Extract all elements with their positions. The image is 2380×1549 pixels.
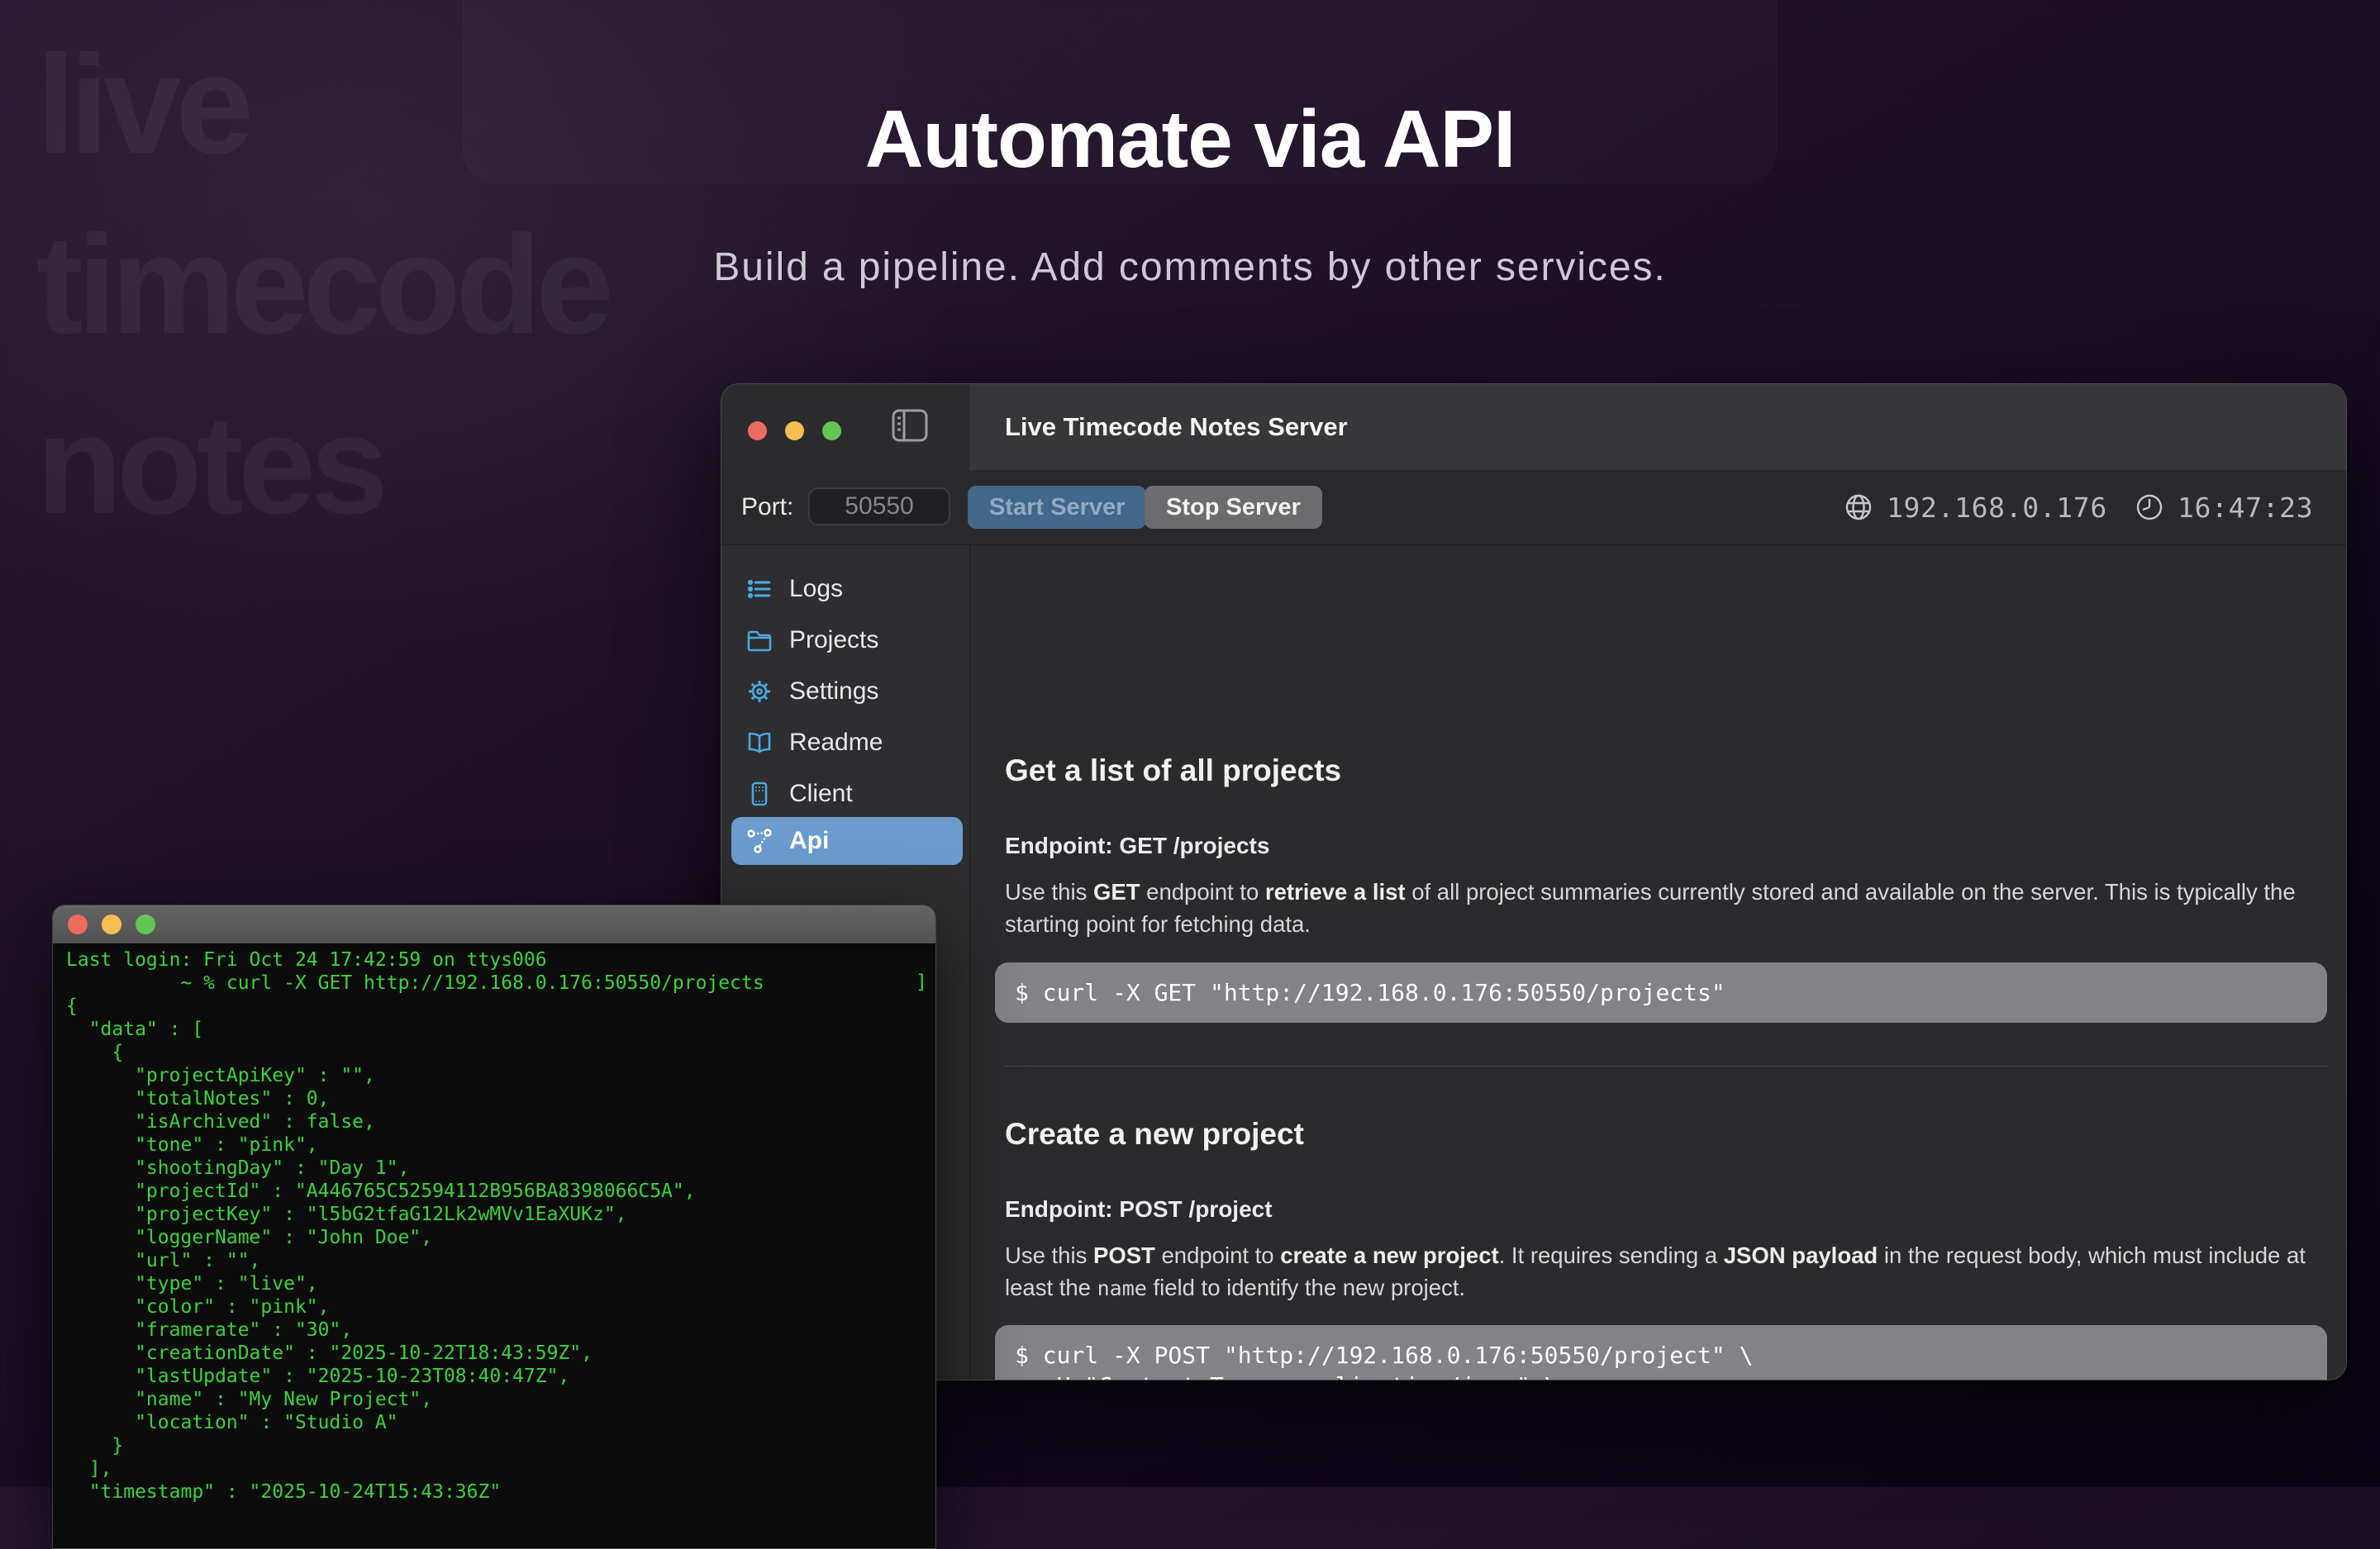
code-block-post: $ curl -X POST "http://192.168.0.176:505… [995,1325,2327,1380]
port-label: Port: [741,470,793,544]
page-subtitle: Build a pipeline. Add comments by other … [0,245,2380,290]
section-endpoint: Endpoint: POST /project [1005,1196,1273,1223]
list-icon [746,576,773,602]
server-ip-value: 192.168.0.176 [1887,492,2107,524]
window-title: Live Timecode Notes Server [1005,384,1348,470]
start-server-button[interactable]: Start Server [968,486,1146,529]
close-window-button[interactable] [68,915,88,934]
server-ip-status: 192.168.0.176 [1844,470,2107,544]
book-icon [746,729,773,756]
terminal-window-controls [68,915,155,934]
server-time-value: 16:47:23 [2178,492,2313,524]
server-toolbar: Port: Start Server Stop Server 192.168.0… [721,470,2346,545]
window-controls [748,421,841,440]
close-window-button[interactable] [748,421,767,440]
terminal-titlebar [53,905,935,943]
server-clock-status: 16:47:23 [2135,470,2313,544]
section-endpoint: Endpoint: GET /projects [1005,833,1269,859]
api-doc-content: Get a list of all projects Endpoint: GET… [970,545,2346,1380]
gear-icon [746,678,773,705]
sidebar-item-client[interactable]: Client [731,770,963,818]
server-app-window: Live Timecode Notes Server Port: Start S… [721,383,2347,1380]
terminal-overflow-indicator: ] [916,972,927,993]
sidebar-item-label: Settings [789,677,878,706]
page-title: Automate via API [0,93,2380,186]
folder-icon [746,627,773,653]
section-description: Use this POST endpoint to create a new p… [1005,1239,2335,1304]
minimize-window-button[interactable] [785,421,804,440]
sidebar-item-settings[interactable]: Settings [731,668,963,715]
terminal-window: Last login: Fri Oct 24 17:42:59 on ttys0… [52,905,936,1549]
zoom-window-button[interactable] [136,915,155,934]
terminal-output: Last login: Fri Oct 24 17:42:59 on ttys0… [66,948,931,1504]
section-description: Use this GET endpoint to retrieve a list… [1005,876,2335,940]
port-input[interactable] [808,487,950,525]
sidebar-item-readme[interactable]: Readme [731,719,963,767]
sidebar-item-label: Client [789,780,853,808]
section-divider [1005,1066,2327,1067]
sidebar-item-label: Readme [789,729,883,757]
sidebar-item-label: Logs [789,575,843,603]
minimize-window-button[interactable] [102,915,121,934]
sidebar-item-label: Api [789,827,829,855]
watermark-word: notes [36,375,608,555]
globe-icon [1844,492,1873,522]
zoom-window-button[interactable] [822,421,841,440]
device-icon [746,781,773,807]
sidebar-item-projects[interactable]: Projects [731,616,963,664]
code-block-get: $ curl -X GET "http://192.168.0.176:5055… [995,962,2327,1023]
clock-icon [2135,492,2164,522]
api-nodes-icon [746,828,773,854]
sidebar-toggle-icon[interactable] [892,409,928,442]
sidebar-item-api[interactable]: Api [731,817,963,865]
sidebar-item-logs[interactable]: Logs [731,565,963,613]
stop-server-button[interactable]: Stop Server [1145,486,1322,529]
section-heading: Create a new project [1005,1117,1304,1152]
sidebar-item-label: Projects [789,626,878,654]
section-heading: Get a list of all projects [1005,753,1341,788]
